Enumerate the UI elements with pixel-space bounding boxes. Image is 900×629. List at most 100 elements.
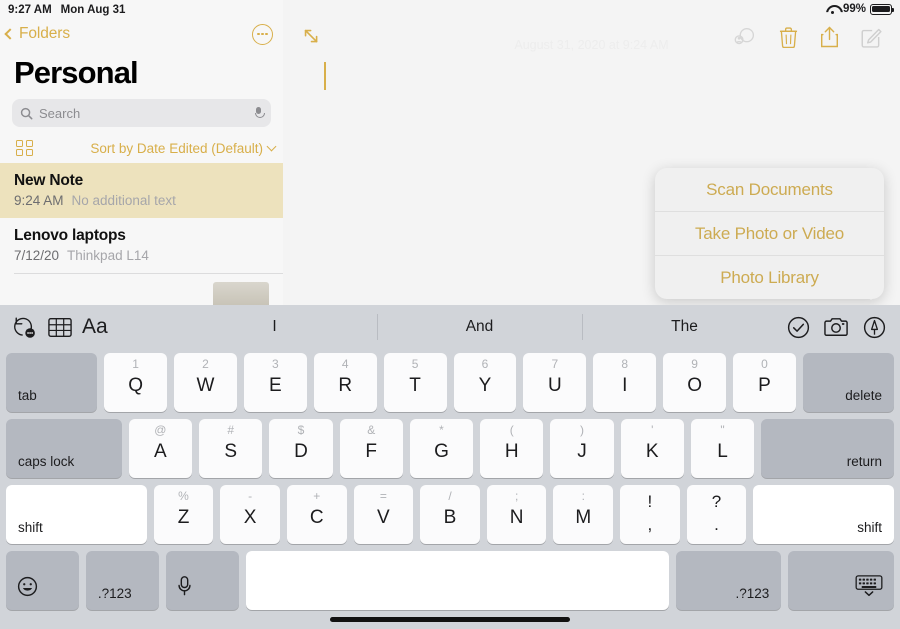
key-g[interactable]: * G <box>409 419 474 478</box>
key-a[interactable]: @ A <box>128 419 193 478</box>
status-time: 9:27 AM <box>8 3 52 16</box>
search-wrap: Search <box>0 99 283 127</box>
menu-item-photo-library[interactable]: Photo Library <box>655 256 884 299</box>
share-collaborate-icon[interactable] <box>733 27 757 47</box>
search-icon <box>20 107 33 119</box>
key-q[interactable]: 1Q <box>104 353 168 412</box>
key-secondary-glyph: 3 <box>272 357 279 371</box>
key-j[interactable]: ) J <box>550 419 614 478</box>
menu-item-scan-documents[interactable]: Scan Documents <box>655 168 884 211</box>
prediction-2[interactable]: The <box>582 305 787 349</box>
note-date: 9:24 AM <box>14 193 64 208</box>
key-label: R <box>338 375 353 396</box>
key-v[interactable]: = V <box>353 485 414 544</box>
key-secondary-glyph: ( <box>509 423 514 437</box>
key-z[interactable]: % Z <box>153 485 214 544</box>
key-label: A <box>154 441 167 462</box>
prediction-0[interactable]: I <box>172 305 377 349</box>
back-to-folders-button[interactable]: Folders <box>4 25 70 43</box>
key-blank[interactable] <box>245 551 669 610</box>
key-[interactable]: !, <box>620 485 680 544</box>
key-label: delete <box>845 388 883 403</box>
key-caps-lock[interactable]: caps lock <box>6 419 122 478</box>
key-return[interactable]: return <box>761 419 895 478</box>
key-t[interactable]: 5T <box>383 353 447 412</box>
checkmark-circle-icon[interactable] <box>787 316 810 339</box>
key-123[interactable]: .?123 <box>85 551 159 610</box>
wifi-icon <box>826 4 839 14</box>
key-e[interactable]: 3E <box>243 353 307 412</box>
keyboard-rows: tab 1 Q 2 W 3 E 4 R 5 T 6 Y 7 U 8 I 9 O 0 P delete caps lock @ A… <box>0 349 900 610</box>
sort-button[interactable]: Sort by Date Edited (Default) <box>90 141 277 156</box>
trash-icon[interactable] <box>779 26 798 48</box>
page-title: Personal <box>14 55 139 90</box>
compose-icon[interactable] <box>861 27 882 48</box>
key-u[interactable]: 7U <box>523 353 587 412</box>
back-label: Folders <box>19 25 70 42</box>
keyboard-row-1: caps lock @ A # S $ D & F * G(H) J ' K " Lreturn <box>6 419 895 478</box>
key-s[interactable]: # S <box>199 419 263 478</box>
key-microphone[interactable] <box>165 551 239 610</box>
key-shift[interactable]: shift <box>6 485 147 544</box>
key-label: S <box>224 441 237 462</box>
key-x[interactable]: -X <box>220 485 280 544</box>
ellipsis-circle-icon[interactable] <box>252 23 273 45</box>
key-delete[interactable]: delete <box>802 353 895 412</box>
share-icon[interactable] <box>820 26 839 48</box>
key-f[interactable]: & F <box>339 419 403 478</box>
key-shift[interactable]: shift <box>753 485 895 544</box>
key-c[interactable]: + C <box>286 485 347 544</box>
key-r[interactable]: 4R <box>313 353 377 412</box>
key-k[interactable]: ' K <box>620 419 684 478</box>
key-secondary-glyph: ; <box>514 489 519 503</box>
key-m[interactable]: :M <box>553 485 614 544</box>
note-date: 7/12/20 <box>14 248 60 263</box>
note-subtitle: 7/12/20 Thinkpad L14 <box>14 248 269 263</box>
list-item[interactable]: Lenovo laptops 7/12/20 Thinkpad L14 <box>0 218 283 273</box>
key-[interactable]: ?. <box>686 485 747 544</box>
key-secondary-glyph: - <box>248 489 253 503</box>
key-label: H <box>504 441 519 462</box>
key-label: D <box>294 441 308 462</box>
key-w[interactable]: 2W <box>174 353 237 412</box>
grid-view-icon[interactable] <box>16 139 33 157</box>
key-emoji[interactable] <box>6 551 79 610</box>
notes-sidebar: 9:27 AM Mon Aug 31 Folders Personal Sear… <box>0 0 283 305</box>
key-p[interactable]: 0P <box>733 353 796 412</box>
key-123[interactable]: .?123 <box>675 551 782 610</box>
battery-percent: 99% <box>842 3 866 15</box>
key-tab[interactable]: tab <box>6 353 98 412</box>
key-label: W <box>196 375 215 396</box>
markup-pen-icon[interactable] <box>863 316 886 339</box>
home-indicator[interactable] <box>330 617 570 622</box>
key-secondary-glyph: , <box>647 515 653 534</box>
key-i[interactable]: 8I <box>593 353 657 412</box>
camera-icon[interactable] <box>824 316 849 338</box>
key-secondary-glyph: + <box>313 489 321 503</box>
key-label: Z <box>177 507 190 528</box>
menu-item-take-photo-or-video[interactable]: Take Photo or Video <box>655 212 884 255</box>
list-item[interactable]: New Note 9:24 AM No additional text <box>0 163 283 218</box>
key-n[interactable]: ; N <box>486 485 547 544</box>
prediction-1[interactable]: And <box>377 305 582 349</box>
key-b[interactable]: / B <box>420 485 480 544</box>
key-h[interactable]: (H <box>480 419 544 478</box>
note-snippet: Thinkpad L14 <box>67 248 149 263</box>
microphone-icon[interactable] <box>254 106 265 120</box>
key-o[interactable]: 9O <box>663 353 727 412</box>
search-input[interactable]: Search <box>12 99 271 127</box>
key-label: .?123 <box>97 586 132 601</box>
format-aa-button[interactable]: Aa <box>82 315 108 339</box>
key-label: U <box>547 375 562 396</box>
list-item[interactable] <box>0 274 283 305</box>
key-label: return <box>846 454 883 469</box>
key-d[interactable]: $ D <box>269 419 333 478</box>
key-y[interactable]: 6Y <box>453 353 517 412</box>
note-title: New Note <box>14 172 84 189</box>
key-l[interactable]: " L <box>690 419 755 478</box>
sort-bar: Sort by Date Edited (Default) <box>0 133 283 163</box>
key-label: I <box>622 375 628 396</box>
undo-more-icon[interactable] <box>12 315 38 339</box>
table-icon[interactable] <box>48 317 72 338</box>
key-dismiss-keyboard[interactable] <box>788 551 895 610</box>
